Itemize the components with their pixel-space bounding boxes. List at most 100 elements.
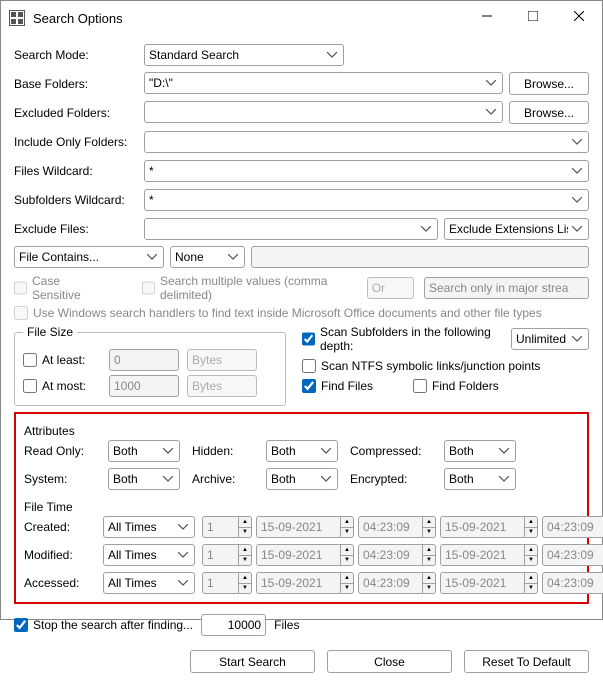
spin-down-icon[interactable]: ▼ (422, 528, 435, 538)
compressed-label: Compressed: (350, 444, 440, 458)
maximize-button[interactable] (510, 1, 556, 31)
spin-up-icon[interactable]: ▲ (340, 517, 353, 528)
multi-values-checkbox[interactable] (142, 281, 155, 295)
archive-label: Archive: (192, 472, 262, 486)
system-label: System: (24, 472, 104, 486)
spin-up-icon[interactable]: ▲ (422, 573, 435, 584)
spin-up-icon[interactable]: ▲ (340, 545, 353, 556)
scan-ntfs-label: Scan NTFS symbolic links/junction points (321, 359, 540, 373)
read-only-label: Read Only: (24, 444, 104, 458)
browse-base-button[interactable]: Browse... (509, 72, 589, 95)
multi-values-label: Search multiple values (comma delimited) (160, 274, 357, 302)
spin-up-icon[interactable]: ▲ (340, 573, 353, 584)
at-least-checkbox[interactable] (23, 353, 37, 367)
logic-select[interactable]: Or (367, 277, 414, 299)
read-only-select[interactable]: Both (108, 440, 180, 462)
browse-excluded-button[interactable]: Browse... (509, 101, 589, 124)
spin-down-icon[interactable]: ▼ (340, 556, 353, 566)
spin-up-icon[interactable]: ▲ (238, 517, 251, 528)
base-folders-select[interactable]: "D:\" (144, 72, 503, 94)
at-least-input[interactable] (109, 349, 179, 371)
file-size-fieldset: File Size At least: Bytes At most: Bytes (14, 325, 286, 406)
file-time-legend: File Time (24, 500, 579, 514)
accessed-label: Accessed: (24, 576, 99, 590)
file-size-legend: File Size (23, 325, 77, 339)
attributes-legend: Attributes (24, 424, 579, 438)
titlebar: Search Options (1, 1, 602, 35)
exclude-files-select[interactable] (144, 218, 438, 240)
minimize-button[interactable] (464, 1, 510, 31)
spin-down-icon[interactable]: ▼ (238, 528, 251, 538)
at-most-unit-select[interactable]: Bytes (187, 375, 257, 397)
case-sensitive-label: Case Sensitive (32, 274, 102, 302)
at-least-label: At least: (42, 353, 85, 367)
encrypted-select[interactable]: Both (444, 468, 516, 490)
search-options-window: Search Options Search Mode: Standard Sea… (0, 0, 603, 620)
spin-down-icon[interactable]: ▼ (238, 584, 251, 594)
at-most-input[interactable] (109, 375, 179, 397)
files-wildcard-select[interactable]: * (144, 160, 589, 182)
accessed-time2-input[interactable] (542, 572, 603, 594)
spin-down-icon[interactable]: ▼ (340, 528, 353, 538)
include-only-select[interactable] (144, 131, 589, 153)
exclude-files-label: Exclude Files: (14, 222, 144, 236)
at-most-checkbox[interactable] (23, 379, 37, 393)
excluded-folders-label: Excluded Folders: (14, 106, 144, 120)
created-time2-input[interactable] (542, 516, 603, 538)
hidden-select[interactable]: Both (266, 440, 338, 462)
compressed-select[interactable]: Both (444, 440, 516, 462)
modified-time2-input[interactable] (542, 544, 603, 566)
search-mode-select[interactable]: Standard Search (144, 44, 344, 66)
spin-down-icon[interactable]: ▼ (524, 584, 537, 594)
spin-down-icon[interactable]: ▼ (524, 556, 537, 566)
stop-after-checkbox[interactable] (14, 618, 28, 632)
subfolders-wildcard-select[interactable]: * (144, 189, 589, 211)
win-handlers-checkbox[interactable] (14, 306, 28, 320)
file-contains-mode-select[interactable]: None (170, 246, 245, 268)
find-files-checkbox[interactable] (302, 379, 316, 393)
stop-after-input[interactable] (201, 614, 266, 636)
find-folders-checkbox[interactable] (413, 379, 427, 393)
system-select[interactable]: Both (108, 468, 180, 490)
file-contains-select[interactable]: File Contains... (14, 246, 164, 268)
files-wildcard-label: Files Wildcard: (14, 164, 144, 178)
excluded-folders-select[interactable] (144, 101, 503, 123)
reset-default-button[interactable]: Reset To Default (464, 650, 589, 673)
file-contains-input[interactable] (251, 246, 589, 268)
app-icon (9, 10, 25, 26)
accessed-mode-select[interactable]: All Times (103, 572, 195, 594)
spin-up-icon[interactable]: ▲ (524, 573, 537, 584)
modified-mode-select[interactable]: All Times (103, 544, 195, 566)
case-sensitive-checkbox[interactable] (14, 281, 27, 295)
stop-after-label: Stop the search after finding... (33, 618, 193, 632)
exclude-extensions-select[interactable]: Exclude Extensions List (444, 218, 589, 240)
spin-down-icon[interactable]: ▼ (524, 528, 537, 538)
archive-select[interactable]: Both (266, 468, 338, 490)
spin-up-icon[interactable]: ▲ (524, 545, 537, 556)
major-streams-input[interactable] (424, 277, 589, 299)
scan-subfolders-checkbox[interactable] (302, 332, 315, 346)
spin-down-icon[interactable]: ▼ (422, 556, 435, 566)
spin-up-icon[interactable]: ▲ (524, 517, 537, 528)
scan-depth-select[interactable]: Unlimited (511, 328, 589, 350)
spin-down-icon[interactable]: ▼ (340, 584, 353, 594)
scan-ntfs-checkbox[interactable] (302, 359, 316, 373)
find-files-label: Find Files (321, 379, 373, 393)
close-button[interactable] (556, 1, 602, 31)
modified-label: Modified: (24, 548, 99, 562)
spin-up-icon[interactable]: ▲ (422, 517, 435, 528)
window-title: Search Options (33, 11, 464, 26)
base-folders-label: Base Folders: (14, 77, 144, 91)
stop-after-suffix: Files (274, 618, 299, 632)
created-label: Created: (24, 520, 99, 534)
spin-down-icon[interactable]: ▼ (422, 584, 435, 594)
created-mode-select[interactable]: All Times (103, 516, 195, 538)
scan-subfolders-label: Scan Subfolders in the following depth: (320, 325, 505, 353)
spin-up-icon[interactable]: ▲ (238, 573, 251, 584)
spin-down-icon[interactable]: ▼ (238, 556, 251, 566)
at-least-unit-select[interactable]: Bytes (187, 349, 257, 371)
spin-up-icon[interactable]: ▲ (238, 545, 251, 556)
spin-up-icon[interactable]: ▲ (422, 545, 435, 556)
close-dialog-button[interactable]: Close (327, 650, 452, 673)
start-search-button[interactable]: Start Search (190, 650, 315, 673)
